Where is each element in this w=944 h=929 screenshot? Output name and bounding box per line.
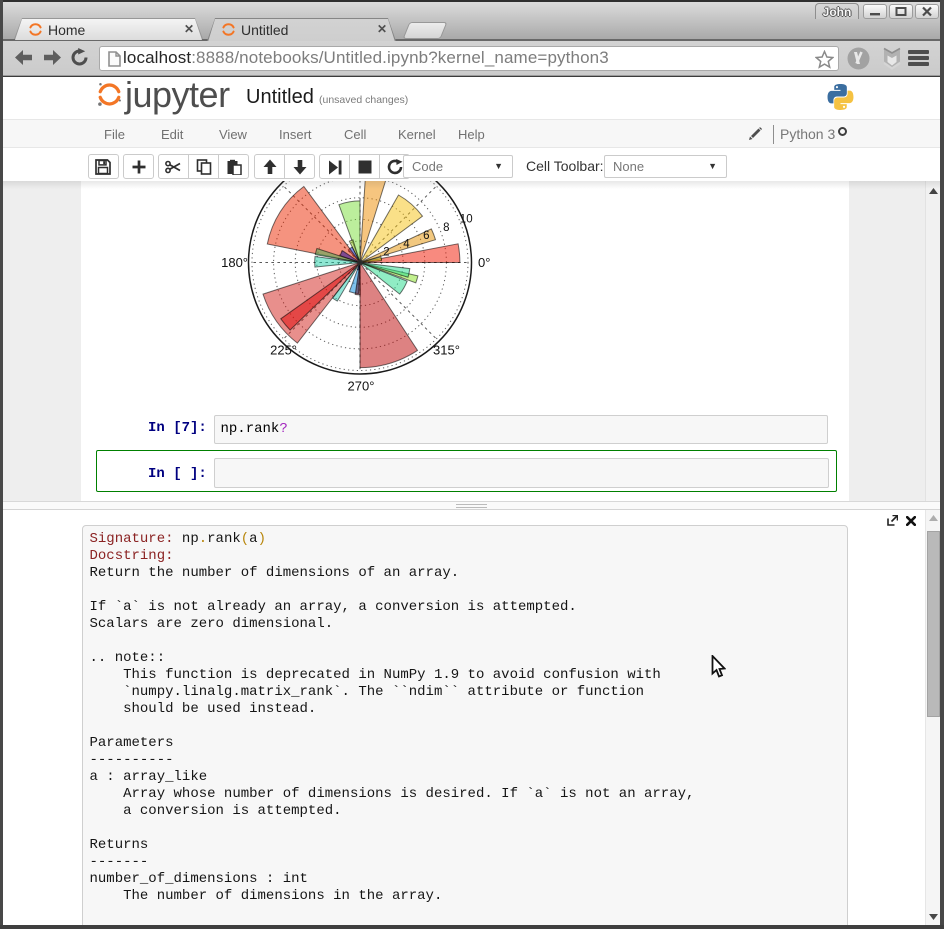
svg-text:0°: 0° bbox=[478, 255, 490, 270]
svg-text:180°: 180° bbox=[221, 255, 248, 270]
svg-text:270°: 270° bbox=[348, 379, 375, 394]
svg-text:225°: 225° bbox=[270, 343, 297, 358]
svg-text:8: 8 bbox=[443, 222, 449, 234]
svg-text:4: 4 bbox=[403, 238, 410, 250]
svg-text:6: 6 bbox=[423, 230, 429, 242]
svg-text:10: 10 bbox=[460, 214, 473, 226]
svg-text:315°: 315° bbox=[433, 343, 460, 358]
svg-text:2: 2 bbox=[383, 247, 389, 259]
